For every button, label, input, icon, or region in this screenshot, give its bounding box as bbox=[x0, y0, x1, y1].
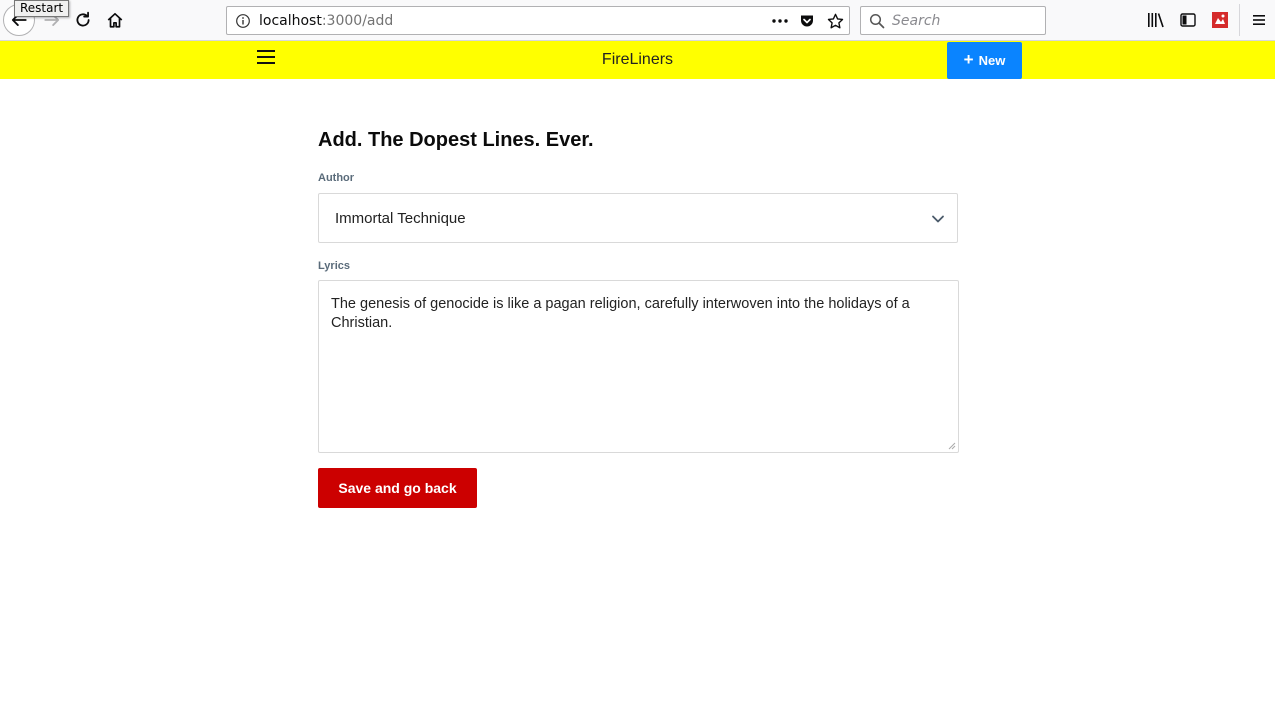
reload-icon bbox=[76, 11, 90, 27]
browser-toolbar: Restart localhost:3000/add Search bbox=[0, 0, 1275, 41]
author-selected-value: Immortal Technique bbox=[335, 210, 466, 227]
library-button[interactable] bbox=[1146, 10, 1166, 30]
home-button[interactable] bbox=[100, 5, 130, 35]
hamburger-menu-icon[interactable] bbox=[257, 50, 275, 66]
chevron-down-icon bbox=[932, 215, 944, 223]
brand-title: FireLiners bbox=[601, 51, 674, 68]
search-icon bbox=[869, 13, 885, 29]
plus-icon: + bbox=[963, 50, 974, 69]
home-icon bbox=[107, 12, 123, 28]
author-label: Author bbox=[318, 172, 355, 184]
menu-icon bbox=[1253, 15, 1265, 25]
page-actions-button[interactable] bbox=[770, 12, 790, 30]
library-icon bbox=[1148, 13, 1164, 28]
page-title: Add. The Dopest Lines. Ever. bbox=[318, 129, 594, 151]
url-path: :3000/add bbox=[321, 13, 394, 29]
menu-button[interactable] bbox=[1249, 10, 1269, 30]
browser-search-bar[interactable]: Search bbox=[860, 6, 1046, 35]
pocket-button[interactable] bbox=[797, 12, 817, 30]
new-button-label: New bbox=[978, 53, 1006, 68]
lyrics-label: Lyrics bbox=[318, 260, 351, 272]
tooltip: Restart bbox=[14, 0, 70, 17]
sidebar-icon bbox=[1180, 13, 1196, 27]
url-bar[interactable]: localhost:3000/add bbox=[226, 6, 850, 35]
author-select[interactable]: Immortal Technique bbox=[318, 193, 958, 243]
resize-handle-icon[interactable] bbox=[948, 442, 956, 450]
save-button[interactable]: Save and go back bbox=[318, 468, 477, 508]
reload-button[interactable] bbox=[68, 5, 98, 35]
lyrics-textarea[interactable]: The genesis of genocide is like a pagan … bbox=[318, 280, 959, 453]
toolbar-separator bbox=[1239, 4, 1240, 36]
extension-button[interactable] bbox=[1210, 10, 1230, 30]
pocket-icon bbox=[801, 15, 813, 27]
lyrics-text: The genesis of genocide is like a pagan … bbox=[331, 296, 910, 331]
extension-icon bbox=[1212, 12, 1228, 28]
sidebar-button[interactable] bbox=[1178, 10, 1198, 30]
more-icon bbox=[772, 19, 788, 23]
info-icon[interactable] bbox=[235, 13, 251, 29]
url-text[interactable]: localhost:3000/add bbox=[259, 13, 393, 29]
url-host: localhost bbox=[259, 13, 322, 29]
bookmark-button[interactable] bbox=[825, 12, 845, 30]
search-placeholder: Search bbox=[892, 13, 941, 29]
star-icon bbox=[827, 13, 843, 28]
app-navbar: FireLiners + New bbox=[0, 41, 1275, 79]
new-button[interactable]: + New bbox=[947, 42, 1022, 79]
